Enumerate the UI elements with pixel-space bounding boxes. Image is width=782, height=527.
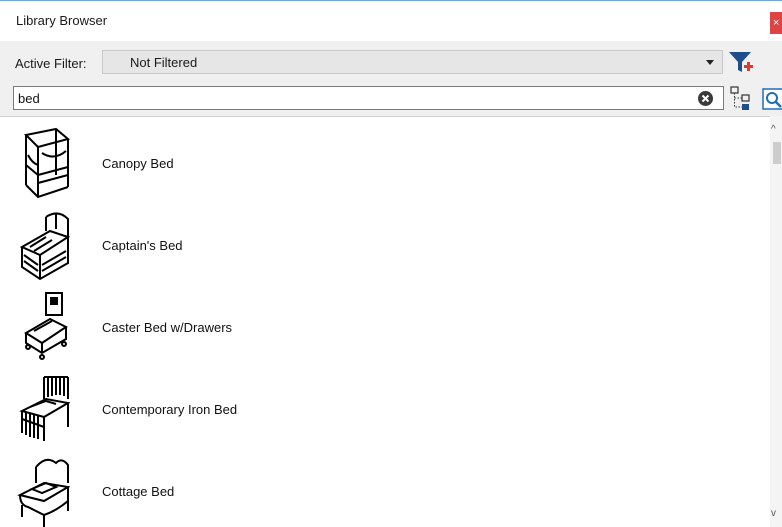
- close-icon: ×: [773, 17, 780, 29]
- vertical-scrollbar[interactable]: ^ v: [770, 116, 782, 527]
- cottage-bed-icon: [17, 458, 70, 527]
- filter-row: Active Filter: Not Filtered: [0, 41, 782, 81]
- scrollbar-thumb[interactable]: [773, 142, 781, 164]
- library-browser-window: Library Browser × Active Filter: Not Fil…: [0, 0, 782, 527]
- title-bar: Library Browser ×: [0, 1, 782, 41]
- list-item[interactable]: Canopy Bed: [0, 121, 770, 203]
- list-item[interactable]: Cottage Bed: [0, 449, 770, 527]
- active-filter-dropdown[interactable]: Not Filtered: [102, 50, 723, 74]
- canopy-bed-icon: [23, 127, 70, 199]
- item-label: Contemporary Iron Bed: [102, 402, 238, 417]
- iron-bed-icon: [19, 376, 70, 441]
- search-icon[interactable]: [762, 88, 782, 110]
- window-title: Library Browser: [16, 13, 108, 28]
- clear-search-icon[interactable]: [697, 90, 714, 107]
- search-input[interactable]: [13, 86, 724, 110]
- add-filter-icon[interactable]: [727, 48, 755, 76]
- tree-view-icon[interactable]: [729, 84, 753, 112]
- active-filter-value: Not Filtered: [130, 55, 198, 70]
- item-label: Canopy Bed: [102, 156, 174, 171]
- library-item-list: Canopy Bed Captain's Bed Caster Bed w/Dr…: [0, 116, 782, 527]
- item-label: Cottage Bed: [102, 484, 175, 499]
- search-row: [0, 81, 782, 113]
- scroll-down-icon[interactable]: v: [771, 508, 776, 519]
- captains-bed-icon: [19, 212, 70, 281]
- list-item[interactable]: Caster Bed w/Drawers: [0, 285, 770, 367]
- list-item[interactable]: Contemporary Iron Bed: [0, 367, 770, 449]
- item-label: Captain's Bed: [102, 238, 183, 253]
- close-button[interactable]: ×: [770, 12, 782, 34]
- list-item[interactable]: Captain's Bed: [0, 203, 770, 285]
- scroll-up-icon[interactable]: ^: [771, 124, 776, 135]
- active-filter-label: Active Filter:: [15, 56, 87, 71]
- chevron-down-icon: [706, 60, 714, 65]
- caster-bed-icon: [24, 292, 68, 360]
- item-label: Caster Bed w/Drawers: [102, 320, 233, 335]
